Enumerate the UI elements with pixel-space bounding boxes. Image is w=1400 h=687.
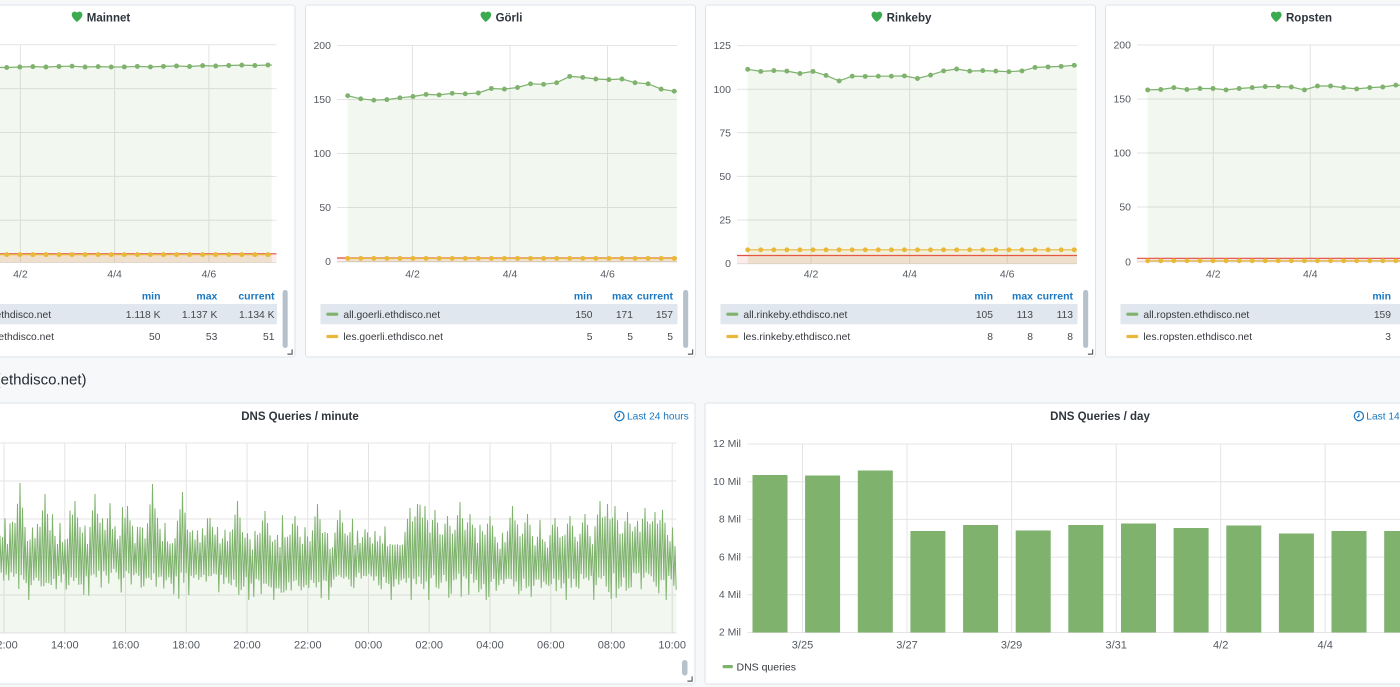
svg-text:20:00: 20:00 — [233, 640, 261, 652]
svg-text:125: 125 — [713, 40, 731, 52]
svg-text:159: 159 — [1374, 310, 1391, 321]
svg-text:14:00: 14:00 — [51, 640, 79, 652]
svg-text:current: current — [238, 290, 275, 302]
svg-text:Last 24 hours: Last 24 hours — [627, 412, 689, 423]
svg-text:0: 0 — [1125, 256, 1131, 268]
svg-text:0: 0 — [325, 256, 331, 268]
svg-text:4/4: 4/4 — [1318, 640, 1333, 652]
svg-text:25: 25 — [719, 215, 731, 227]
svg-text:(ethdisco.net): (ethdisco.net) — [0, 372, 87, 389]
svg-text:157: 157 — [656, 310, 673, 321]
svg-text:current: current — [1037, 290, 1074, 302]
svg-text:4/6: 4/6 — [1000, 269, 1015, 281]
svg-text:3/27: 3/27 — [896, 640, 917, 652]
svg-text:3/29: 3/29 — [1001, 640, 1022, 652]
svg-text:4/6: 4/6 — [600, 269, 615, 281]
svg-text:all.goerli.ethdisco.net: all.goerli.ethdisco.net — [343, 310, 440, 321]
svg-text:200: 200 — [313, 40, 331, 52]
svg-text:8 Mil: 8 Mil — [719, 514, 741, 526]
svg-text:150: 150 — [313, 94, 331, 106]
svg-text:50: 50 — [149, 332, 161, 343]
svg-text:113: 113 — [1057, 310, 1074, 321]
svg-text:200: 200 — [1113, 40, 1131, 52]
svg-text:4/2: 4/2 — [1213, 640, 1228, 652]
svg-text:les.ropsten.ethdisco.net: les.ropsten.ethdisco.net — [1143, 332, 1252, 343]
svg-text:4/4: 4/4 — [107, 269, 122, 281]
svg-text:all.ropsten.ethdisco.net: all.ropsten.ethdisco.net — [1143, 310, 1249, 321]
svg-text:171: 171 — [616, 310, 633, 321]
svg-text:150: 150 — [1113, 94, 1131, 106]
svg-text:4/2: 4/2 — [1206, 269, 1221, 281]
svg-text:4/2: 4/2 — [804, 269, 819, 281]
svg-text:min: min — [1372, 290, 1391, 302]
svg-text:53: 53 — [206, 332, 218, 343]
svg-text:3/31: 3/31 — [1105, 640, 1126, 652]
svg-text:3: 3 — [1385, 332, 1391, 343]
svg-text:16:00: 16:00 — [112, 640, 140, 652]
svg-text:150: 150 — [575, 310, 592, 321]
svg-text:Last 14 days: Last 14 days — [1366, 412, 1400, 423]
svg-text:5: 5 — [627, 332, 633, 343]
svg-text:12:00: 12:00 — [0, 640, 18, 652]
svg-text:51: 51 — [263, 332, 275, 343]
svg-text:DNS Queries / day: DNS Queries / day — [1050, 411, 1150, 423]
svg-text:04:00: 04:00 — [476, 640, 504, 652]
svg-text:min: min — [574, 290, 593, 302]
svg-text:6 Mil: 6 Mil — [719, 551, 741, 563]
svg-text:50: 50 — [319, 202, 331, 214]
svg-text:8: 8 — [1027, 332, 1033, 343]
svg-text:Görli: Görli — [496, 12, 523, 24]
svg-text:4/4: 4/4 — [503, 269, 518, 281]
svg-text:all.mainnet.ethdisco.net: all.mainnet.ethdisco.net — [0, 310, 51, 321]
svg-text:06:00: 06:00 — [537, 640, 565, 652]
svg-text:4/4: 4/4 — [1303, 269, 1318, 281]
svg-text:current: current — [637, 290, 674, 302]
svg-text:8: 8 — [987, 332, 993, 343]
svg-text:all.rinkeby.ethdisco.net: all.rinkeby.ethdisco.net — [743, 310, 847, 321]
svg-text:4/2: 4/2 — [405, 269, 420, 281]
svg-text:5: 5 — [587, 332, 593, 343]
svg-text:les.rinkeby.ethdisco.net: les.rinkeby.ethdisco.net — [743, 332, 850, 343]
svg-text:18:00: 18:00 — [172, 640, 200, 652]
svg-text:max: max — [196, 290, 217, 302]
svg-text:1.118 K: 1.118 K — [126, 310, 161, 321]
svg-text:100: 100 — [713, 84, 731, 96]
svg-text:08:00: 08:00 — [598, 640, 626, 652]
svg-text:00:00: 00:00 — [355, 640, 383, 652]
svg-text:max: max — [612, 290, 633, 302]
svg-text:les.mainnet.ethdisco.net: les.mainnet.ethdisco.net — [0, 332, 54, 343]
svg-text:max: max — [1012, 290, 1033, 302]
svg-text:min: min — [142, 290, 161, 302]
svg-text:3/25: 3/25 — [792, 640, 813, 652]
svg-text:113: 113 — [1017, 310, 1034, 321]
svg-text:0: 0 — [725, 258, 731, 270]
svg-text:Rinkeby: Rinkeby — [887, 12, 932, 24]
svg-text:50: 50 — [1119, 202, 1131, 214]
svg-text:100: 100 — [1113, 148, 1131, 160]
svg-text:12 Mil: 12 Mil — [713, 438, 741, 450]
svg-text:5: 5 — [667, 332, 673, 343]
svg-text:4/6: 4/6 — [202, 269, 217, 281]
svg-text:100: 100 — [313, 148, 331, 160]
svg-text:DNS queries: DNS queries — [737, 661, 797, 673]
svg-text:4 Mil: 4 Mil — [719, 589, 741, 601]
svg-text:75: 75 — [719, 127, 731, 139]
svg-text:02:00: 02:00 — [415, 640, 443, 652]
svg-text:4/2: 4/2 — [13, 269, 28, 281]
svg-text:10 Mil: 10 Mil — [713, 476, 741, 488]
svg-text:10:00: 10:00 — [658, 640, 686, 652]
svg-text:1.134 K: 1.134 K — [239, 310, 275, 321]
svg-text:DNS Queries / minute: DNS Queries / minute — [241, 411, 359, 423]
svg-text:1.137 K: 1.137 K — [182, 310, 218, 321]
svg-text:22:00: 22:00 — [294, 640, 322, 652]
svg-text:105: 105 — [976, 310, 993, 321]
svg-text:Mainnet: Mainnet — [87, 12, 131, 24]
svg-text:min: min — [974, 290, 993, 302]
svg-text:les.goerli.ethdisco.net: les.goerli.ethdisco.net — [343, 332, 443, 343]
svg-text:4/4: 4/4 — [902, 269, 917, 281]
svg-text:8: 8 — [1067, 332, 1073, 343]
svg-text:50: 50 — [719, 171, 731, 183]
svg-text:Ropsten: Ropsten — [1286, 12, 1332, 24]
svg-text:2 Mil: 2 Mil — [719, 627, 741, 639]
